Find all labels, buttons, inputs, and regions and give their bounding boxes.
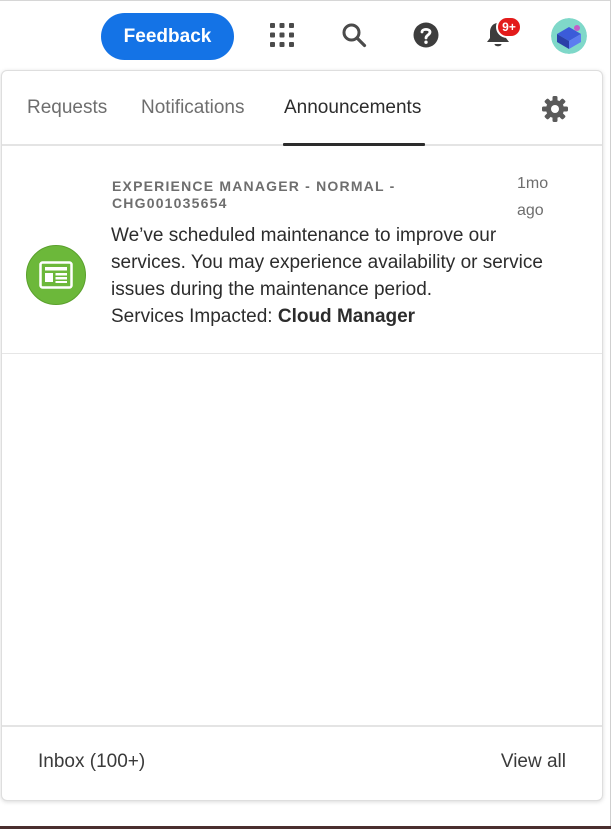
services-impacted-label: Services Impacted:: [111, 306, 278, 327]
services-impacted: Services Impacted: Cloud Manager: [111, 303, 415, 330]
services-impacted-value: Cloud Manager: [277, 306, 416, 327]
gear-icon[interactable]: [541, 95, 569, 123]
tab-requests[interactable]: Requests: [27, 97, 107, 119]
view-all-link[interactable]: View all: [501, 751, 566, 773]
apps-grid-icon[interactable]: [267, 20, 297, 50]
panel-footer: Inbox (100+) View all: [2, 725, 602, 800]
announcement-icon: [26, 245, 86, 305]
announcement-time: 1mo ago: [517, 175, 549, 219]
top-bar: Feedback 9+: [0, 0, 611, 70]
active-tab-indicator: [283, 143, 425, 146]
tab-notifications[interactable]: Notifications: [141, 97, 245, 119]
inbox-link[interactable]: Inbox (100+): [38, 751, 145, 773]
announcement-heading: EXPERIENCE MANAGER - NORMAL - CHG0010356…: [112, 178, 396, 211]
announcement-item[interactable]: EXPERIENCE MANAGER - NORMAL - CHG0010356…: [2, 148, 602, 354]
tab-bar: Requests Notifications Announcements: [2, 71, 602, 146]
announcement-body: We’ve scheduled maintenance to improve o…: [111, 225, 543, 300]
help-icon[interactable]: [411, 20, 441, 50]
avatar[interactable]: [551, 18, 587, 54]
feedback-button[interactable]: Feedback: [101, 13, 234, 60]
search-icon[interactable]: [339, 20, 369, 50]
tab-announcements[interactable]: Announcements: [284, 97, 421, 119]
notification-count-badge: 9+: [496, 16, 522, 38]
announcements-panel: Requests Notifications Announcements EXP…: [1, 70, 603, 801]
